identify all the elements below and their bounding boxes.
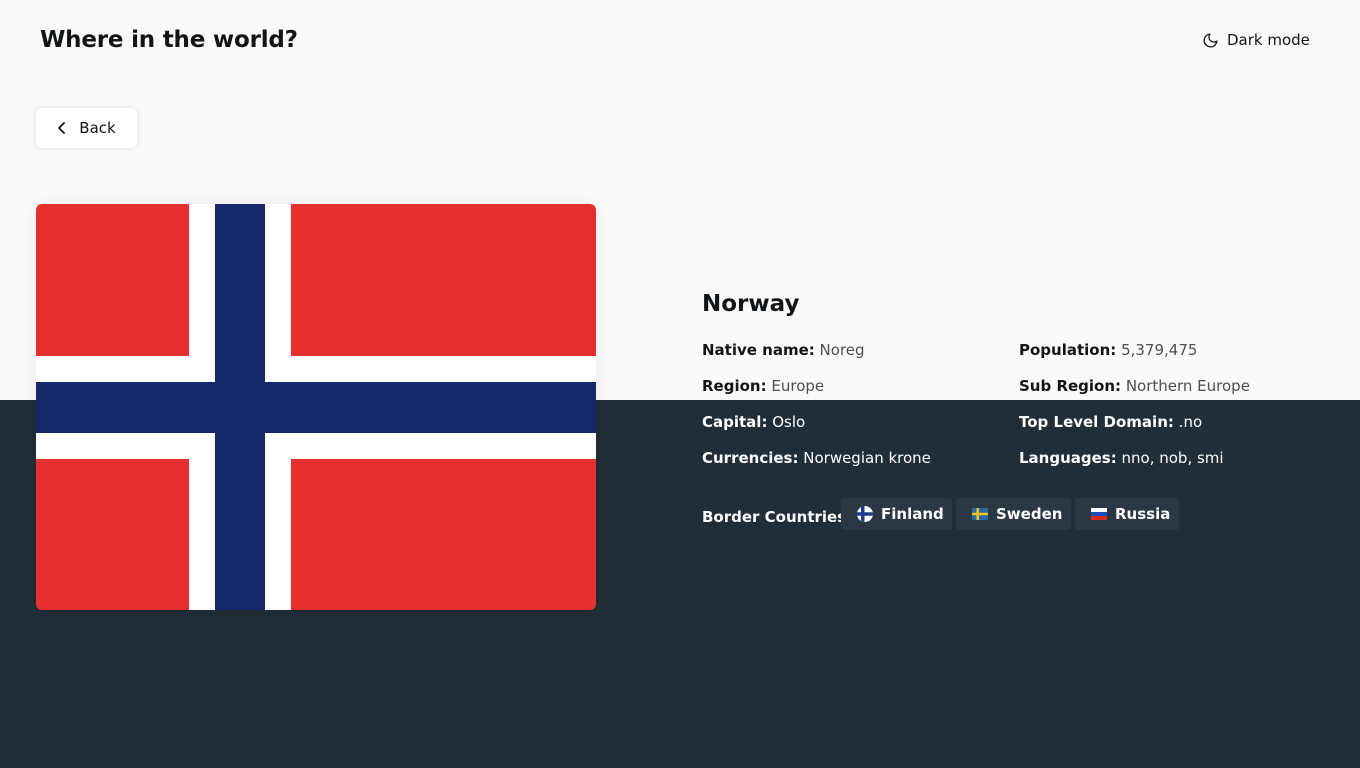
border-chip-label: Finland — [881, 505, 944, 523]
russia-flag-icon — [1091, 508, 1107, 520]
native-name-value: Noreg — [819, 341, 865, 359]
finland-flag-icon — [857, 506, 873, 522]
languages-row: Languages: nno, nob, smi — [1019, 448, 1224, 468]
tld-row: Top Level Domain: .no — [1019, 412, 1202, 432]
sweden-flag-icon — [972, 508, 988, 520]
border-chip-label: Sweden — [996, 505, 1063, 523]
capital-value: Oslo — [772, 413, 806, 431]
moon-icon — [1202, 32, 1219, 49]
tld-label: Top Level Domain: — [1019, 413, 1174, 431]
app-title: Where in the world? — [40, 27, 298, 53]
border-chip-russia[interactable]: Russia — [1075, 498, 1179, 530]
tld-value: .no — [1178, 413, 1203, 431]
subregion-value: Northern Europe — [1125, 377, 1250, 395]
border-chip-finland[interactable]: Finland — [841, 498, 952, 530]
native-name-label: Native name: — [702, 341, 815, 359]
subregion-row: Sub Region: Northern Europe — [1019, 376, 1250, 396]
currencies-value: Norwegian krone — [803, 449, 931, 467]
country-name: Norway — [702, 291, 800, 317]
native-name-row: Native name: Noreg — [702, 340, 865, 360]
languages-label: Languages: — [1019, 449, 1117, 467]
capital-label: Capital: — [702, 413, 768, 431]
population-row: Population: 5,379,475 — [1019, 340, 1197, 360]
chevron-left-icon — [57, 121, 67, 135]
subregion-label: Sub Region: — [1019, 377, 1122, 395]
back-button[interactable]: Back — [36, 108, 137, 148]
back-label: Back — [79, 119, 116, 137]
dark-mode-label: Dark mode — [1227, 31, 1310, 49]
population-label: Population: — [1019, 341, 1117, 359]
border-chip-sweden[interactable]: Sweden — [956, 498, 1071, 530]
region-value: Europe — [771, 377, 825, 395]
region-row: Region: Europe — [702, 376, 824, 396]
languages-value: nno, nob, smi — [1121, 449, 1224, 467]
dark-mode-toggle[interactable]: Dark mode — [1202, 28, 1310, 52]
region-label: Region: — [702, 377, 767, 395]
currencies-label: Currencies: — [702, 449, 799, 467]
currencies-row: Currencies: Norwegian krone — [702, 448, 931, 468]
border-countries-label: Border Countries: — [702, 508, 853, 526]
border-chip-label: Russia — [1115, 505, 1171, 523]
country-flag — [36, 204, 596, 610]
population-value: 5,379,475 — [1121, 341, 1198, 359]
capital-row: Capital: Oslo — [702, 412, 805, 432]
